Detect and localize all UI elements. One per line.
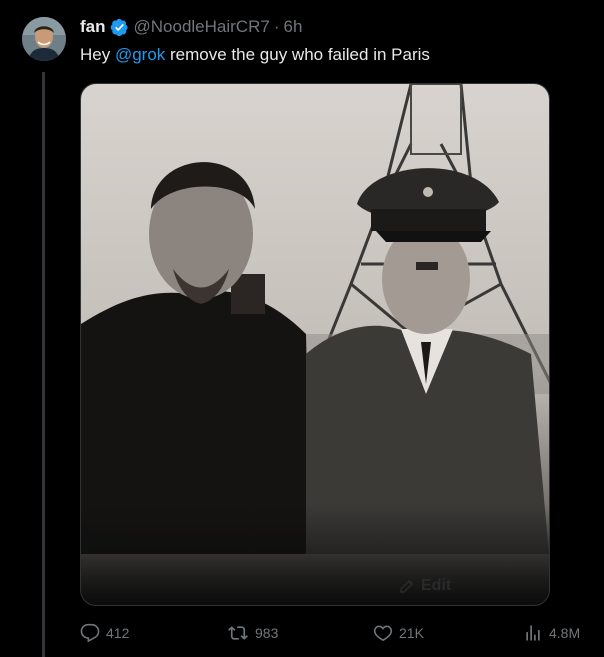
retweet-button[interactable]: 983	[227, 623, 278, 643]
heart-icon	[373, 625, 393, 642]
verified-badge-icon[interactable]	[110, 18, 129, 37]
reply-count: 412	[106, 625, 130, 641]
tweet-actions: 412 983 21K 4.8M	[80, 623, 590, 647]
mention-link[interactable]: @grok	[115, 45, 165, 64]
views-count: 4.8M	[549, 625, 581, 641]
tweet[interactable]: fan @NoodleHairCR7 · 6h Hey @grok remove…	[0, 0, 604, 657]
views-icon	[526, 625, 540, 641]
retweet-count: 983	[255, 625, 279, 641]
tweet-text: Hey @grok remove the guy who failed in P…	[80, 44, 430, 66]
timestamp[interactable]: 6h	[283, 17, 302, 37]
tweet-header: fan @NoodleHairCR7 · 6h	[80, 16, 302, 38]
pencil-icon	[400, 580, 413, 593]
reply-button[interactable]: 412	[80, 623, 129, 643]
edit-image-button[interactable]: Edit	[398, 577, 451, 595]
like-count: 21K	[399, 625, 424, 641]
retweet-icon	[228, 626, 248, 640]
tweet-text-end: remove the guy who failed in Paris	[165, 45, 430, 64]
tweet-image[interactable]	[80, 83, 550, 606]
thread-line	[42, 72, 45, 657]
edit-label: Edit	[421, 577, 452, 594]
like-button[interactable]: 21K	[373, 623, 424, 643]
separator-dot: ·	[273, 17, 280, 36]
display-name[interactable]: fan	[80, 17, 106, 37]
avatar[interactable]	[22, 17, 66, 61]
reply-icon	[80, 623, 100, 643]
views-button[interactable]: 4.8M	[523, 623, 580, 643]
author-handle[interactable]: @NoodleHairCR7	[134, 17, 270, 37]
photo-illustration	[81, 84, 549, 605]
avatar-photo	[22, 17, 66, 61]
tweet-text-start: Hey	[80, 45, 115, 64]
